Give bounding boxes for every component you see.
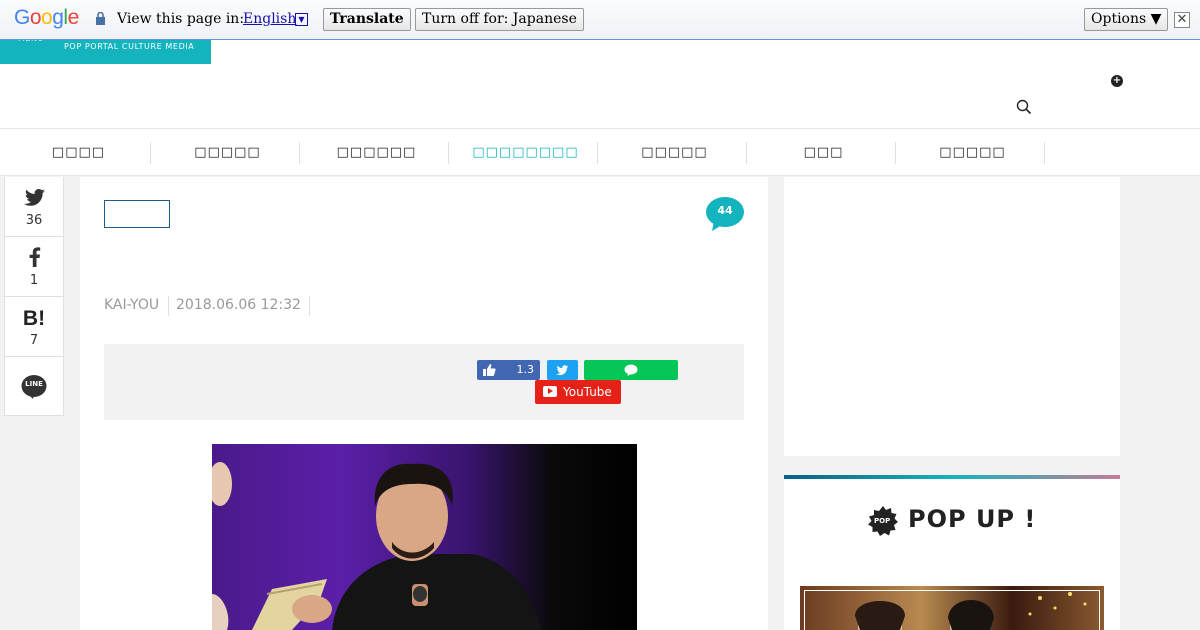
nav-divider <box>299 142 300 164</box>
facebook-share-button[interactable]: 1 <box>5 237 63 297</box>
article-hero-photo <box>212 444 637 630</box>
line-share-button[interactable]: LINE <box>5 357 63 415</box>
google-logo: Google <box>14 6 79 29</box>
article-main: 44 KAI-YOU 2018.06.06 12:32 1.3 YouTube <box>80 177 768 630</box>
nav-item-2[interactable]: □□□□□ <box>153 129 302 177</box>
site-logo[interactable]: MENU POP PORTAL CULTURE MEDIA <box>0 34 211 64</box>
nav-item-6[interactable]: □□□ <box>749 129 898 177</box>
speaker-photo <box>212 462 542 630</box>
category-tag[interactable] <box>104 200 170 228</box>
search-icon[interactable] <box>1016 99 1032 115</box>
twitter-follow-button[interactable] <box>547 360 578 380</box>
popup-photo <box>855 592 1087 630</box>
facebook-like-count: 1.3 <box>516 363 535 376</box>
article-date: 2018.06.06 12:32 <box>176 297 301 313</box>
turn-off-button[interactable]: Turn off for: Japanese <box>415 8 584 31</box>
main-nav: □□□□ □□□□□ □□□□□□ □□□□□□□□ □□□□□ □□□ □□□… <box>0 128 1200 176</box>
facebook-like-button[interactable]: 1.3 <box>477 360 540 380</box>
nav-divider <box>448 142 449 164</box>
follow-box: 1.3 YouTube <box>104 344 744 420</box>
nav-item-3[interactable]: □□□□□□ <box>302 129 451 177</box>
meta-divider <box>309 296 310 316</box>
comment-count[interactable]: 44 <box>706 204 744 217</box>
nav-item-4-active[interactable]: □□□□□□□□ <box>451 129 600 177</box>
nav-divider <box>150 142 151 164</box>
facebook-share-count: 1 <box>29 273 39 288</box>
chevron-down-icon[interactable]: ▼ <box>295 13 308 26</box>
youtube-play-icon <box>543 386 557 397</box>
popup-section: POP POP UP ! <box>784 479 1120 630</box>
twitter-icon <box>556 365 569 376</box>
sidebar-ad-slot <box>784 177 1120 456</box>
article-author[interactable]: KAI-YOU <box>104 297 159 313</box>
translate-bar: Google View this page in: English ▼ Tran… <box>0 0 1200 40</box>
line-icon <box>624 364 638 376</box>
twitter-share-count: 36 <box>25 213 43 228</box>
nav-divider <box>746 142 747 164</box>
line-label: LINE <box>25 380 43 388</box>
site-tagline: POP PORTAL CULTURE MEDIA <box>64 42 195 51</box>
meta-divider <box>168 296 169 316</box>
youtube-label: YouTube <box>563 385 612 399</box>
youtube-subscribe-button[interactable]: YouTube <box>535 380 621 404</box>
nav-divider <box>895 142 896 164</box>
hatena-share-button[interactable]: B! 7 <box>5 297 63 357</box>
nav-item-5[interactable]: □□□□□ <box>600 129 749 177</box>
close-icon[interactable]: ✕ <box>1174 12 1190 28</box>
lock-icon <box>96 12 105 25</box>
hatena-share-count: 7 <box>29 333 39 348</box>
nav-divider <box>1044 142 1045 164</box>
translate-button[interactable]: Translate <box>323 8 411 31</box>
thumbs-up-icon <box>483 364 496 376</box>
share-sidebar: 36 1 B! 7 LINE <box>4 177 64 416</box>
popup-feature-image[interactable] <box>800 586 1104 630</box>
translate-prompt: View this page in: <box>117 11 245 27</box>
pop-badge-label: POP <box>874 517 891 525</box>
popup-title: POP UP ! <box>908 505 1037 533</box>
line-follow-button[interactable] <box>584 360 678 380</box>
options-button[interactable]: Options ▼ <box>1084 8 1169 31</box>
nav-divider <box>597 142 598 164</box>
hatena-bookmark-icon: B! <box>22 307 46 330</box>
nav-item-7[interactable]: □□□□□ <box>898 129 1047 177</box>
twitter-icon <box>24 188 45 206</box>
nav-item-1[interactable]: □□□□ <box>4 129 153 177</box>
facebook-icon <box>29 247 41 267</box>
twitter-share-button[interactable]: 36 <box>5 177 63 237</box>
plus-icon[interactable]: + <box>1111 75 1123 87</box>
language-select[interactable]: English <box>243 11 296 27</box>
